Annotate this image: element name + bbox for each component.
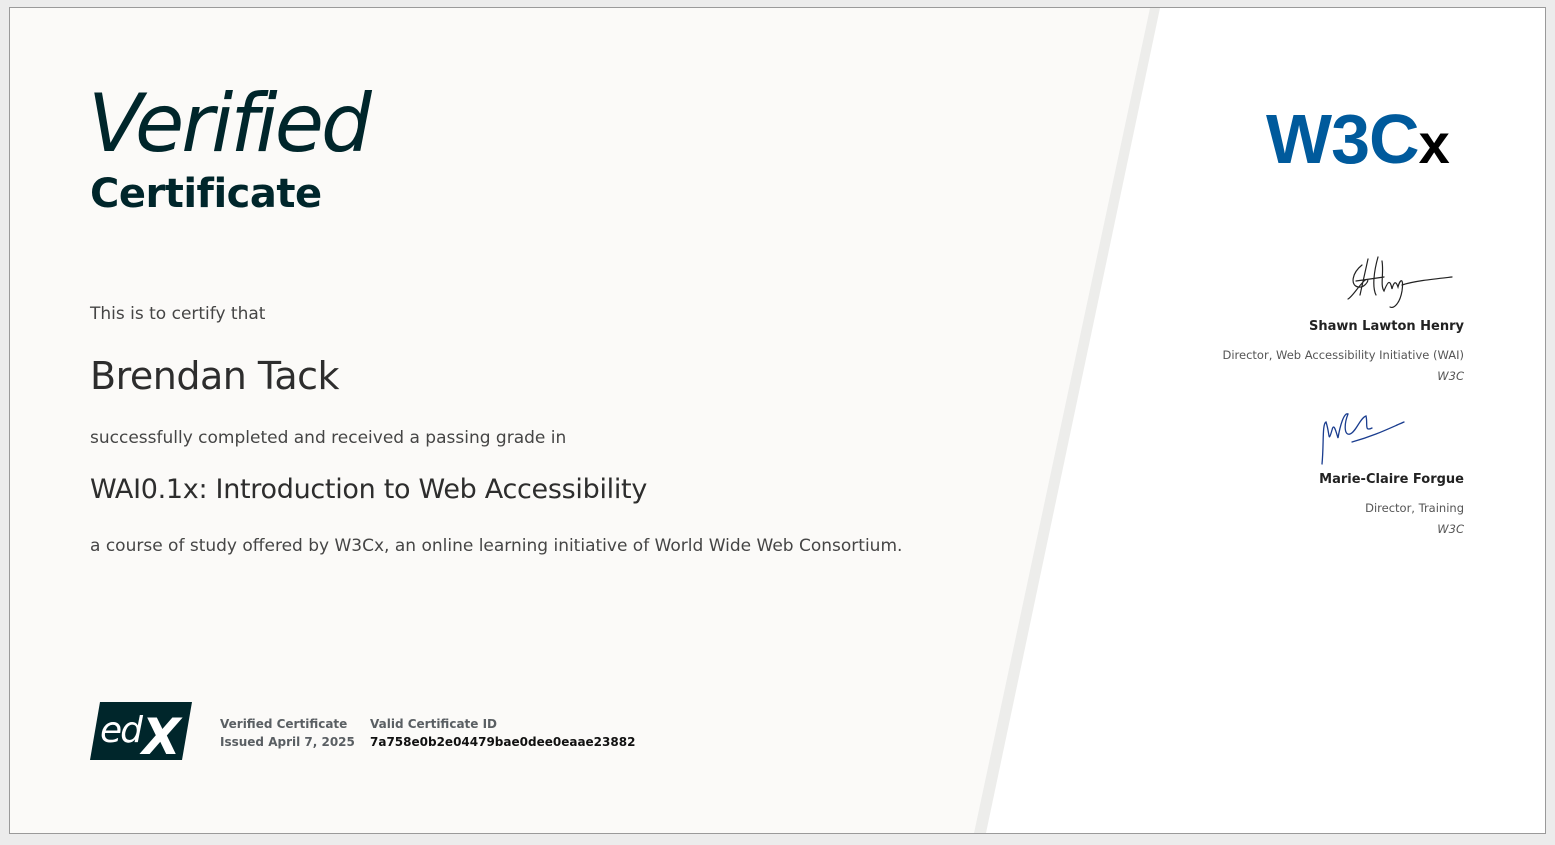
signatory-name: Shawn Lawton Henry bbox=[1308, 319, 1464, 334]
signatory-organization: W3C bbox=[1437, 522, 1464, 536]
cert-type-block: Verified Certificate Issued April 7, 202… bbox=[220, 715, 355, 751]
certificate-title-verified: Verified bbox=[88, 77, 372, 170]
signatory-organization: W3C bbox=[1437, 369, 1464, 383]
cert-id-block: Valid Certificate ID 7a758e0b2e04479bae0… bbox=[370, 715, 635, 751]
completed-text: successfully completed and received a pa… bbox=[90, 428, 567, 448]
svg-text:ed: ed bbox=[100, 710, 144, 751]
recipient-name: Brendan Tack bbox=[90, 354, 340, 398]
offered-by-text: a course of study offered by W3Cx, an on… bbox=[90, 536, 903, 556]
signature-forgue-image bbox=[1321, 413, 1405, 465]
signatory-name: Marie-Claire Forgue bbox=[1319, 472, 1464, 487]
w3c-logo-text: W3C bbox=[1266, 100, 1420, 178]
signatory-title: Director, Web Accessibility Initiative (… bbox=[1222, 348, 1465, 362]
cert-id-value: 7a758e0b2e04479bae0dee0eaae23882 bbox=[370, 735, 636, 749]
cert-type-label: Verified Certificate bbox=[220, 717, 348, 731]
certificate-title-certificate: Certificate bbox=[90, 171, 322, 217]
course-title: WAI0.1x: Introduction to Web Accessibili… bbox=[90, 474, 648, 505]
signature-henry-image bbox=[1347, 256, 1453, 308]
certificate-frame: Verified Certificate This is to certify … bbox=[9, 7, 1546, 834]
svg-text:X: X bbox=[139, 708, 183, 760]
edx-logo: ed X bbox=[90, 702, 192, 760]
issued-date: Issued April 7, 2025 bbox=[220, 735, 355, 749]
w3cx-logo-suffix: x bbox=[1418, 112, 1450, 175]
certify-intro-text: This is to certify that bbox=[90, 304, 266, 324]
signatory-title: Director, Training bbox=[1365, 501, 1464, 515]
w3cx-logo: W3Cx bbox=[1266, 104, 1450, 175]
signatory-1: Shawn Lawton Henry Director, Web Accessi… bbox=[1222, 251, 1465, 383]
signatory-2: Marie-Claire Forgue Director, Training W… bbox=[1314, 404, 1464, 536]
cert-id-label: Valid Certificate ID bbox=[370, 717, 498, 731]
